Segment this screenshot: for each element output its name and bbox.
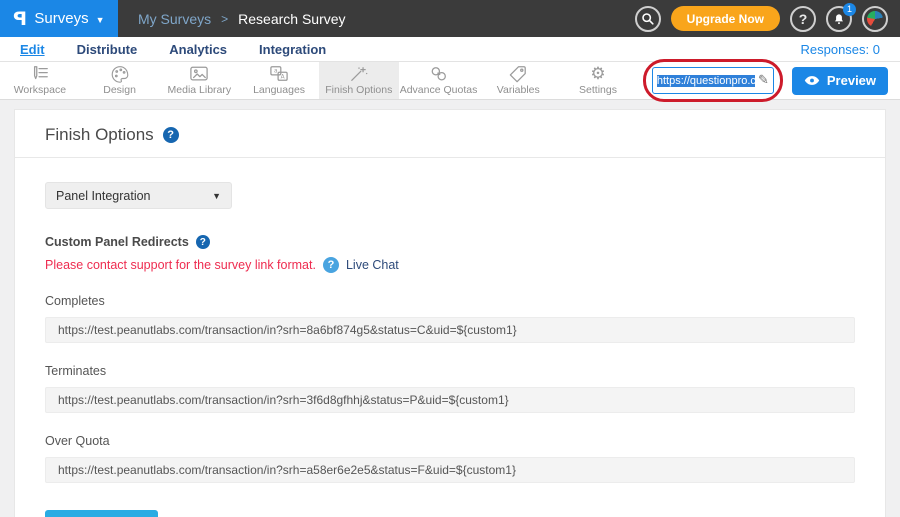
translate-icon: a A [268, 65, 290, 83]
tab-distribute[interactable]: Distribute [77, 42, 138, 57]
survey-nav: Edit Distribute Analytics Integration Re… [0, 37, 900, 62]
toolbar-item-languages[interactable]: a A Languages [239, 62, 319, 99]
terminates-field: Terminates https://test.peanutlabs.com/t… [45, 364, 855, 413]
redirects-help-icon[interactable]: ? [196, 235, 210, 249]
toolbar-item-media-library[interactable]: Media Library [159, 62, 239, 99]
support-notice-row: Please contact support for the survey li… [45, 257, 855, 273]
avatar-gauge-icon [867, 11, 883, 27]
workspace-list-icon [29, 65, 51, 83]
panel-header: Finish Options ? [15, 110, 885, 158]
terminates-url-input[interactable]: https://test.peanutlabs.com/transaction/… [45, 387, 855, 413]
svg-text:a: a [274, 69, 278, 75]
edit-url-pencil-icon[interactable]: ✎ [758, 73, 769, 88]
eye-icon [804, 75, 820, 86]
tab-analytics[interactable]: Analytics [169, 42, 227, 57]
save-changes-button[interactable]: Save Changes [45, 510, 158, 517]
finish-options-help-icon[interactable]: ? [163, 127, 179, 143]
page-title: Finish Options [45, 125, 154, 145]
toolbar-item-settings[interactable]: ⚙ Settings [558, 62, 638, 99]
top-bar: P Surveys ▼ My Surveys > Research Survey… [0, 0, 900, 37]
terminates-label: Terminates [45, 364, 855, 378]
toolbar-item-design[interactable]: Design [80, 62, 160, 99]
responses-count: Responses: 0 [801, 42, 881, 57]
palette-icon [110, 65, 130, 83]
tab-edit[interactable]: Edit [20, 42, 45, 57]
magic-wand-icon [348, 65, 370, 83]
toolbar-item-variables[interactable]: Variables [478, 62, 558, 99]
over-quota-url-input[interactable]: https://test.peanutlabs.com/transaction/… [45, 457, 855, 483]
notifications-button[interactable]: 1 [826, 6, 852, 32]
breadcrumb-current-survey: Research Survey [238, 11, 345, 27]
help-button[interactable]: ? [790, 6, 816, 32]
edit-toolbar: Workspace Design Media Library a A Langu… [0, 62, 900, 100]
surveys-product-menu[interactable]: P Surveys ▼ [0, 0, 118, 37]
over-quota-field: Over Quota https://test.peanutlabs.com/t… [45, 434, 855, 483]
finish-option-type-dropdown[interactable]: Panel Integration ▼ [45, 182, 232, 209]
over-quota-label: Over Quota [45, 434, 855, 448]
dropdown-caret-icon: ▼ [212, 191, 221, 201]
breadcrumb: My Surveys > Research Survey [138, 0, 346, 37]
completes-label: Completes [45, 294, 855, 308]
search-icon [641, 12, 655, 26]
live-chat-link[interactable]: Live Chat [346, 258, 399, 272]
main-area: Finish Options ? Panel Integration ▼ Cus… [0, 100, 900, 517]
topbar-actions: Upgrade Now ? 1 [635, 0, 900, 37]
dropdown-selected-value: Panel Integration [56, 189, 151, 203]
breadcrumb-my-surveys[interactable]: My Surveys [138, 11, 211, 27]
tab-integration[interactable]: Integration [259, 42, 326, 57]
custom-panel-redirects-heading: Custom Panel Redirects ? [45, 235, 855, 249]
tag-icon [508, 65, 528, 83]
toolbar-item-workspace[interactable]: Workspace [0, 62, 80, 99]
toolbar-item-finish-options[interactable]: Finish Options [319, 62, 399, 99]
panel-body: Panel Integration ▼ Custom Panel Redirec… [15, 158, 885, 517]
chevron-down-icon: ▼ [96, 15, 105, 25]
image-icon [188, 65, 210, 83]
preview-button[interactable]: Preview [792, 67, 888, 95]
questionpro-logo: P [13, 8, 27, 30]
survey-url-input[interactable]: https://questionpro.com/t/A ✎ [652, 67, 774, 94]
finish-options-panel: Finish Options ? Panel Integration ▼ Cus… [14, 109, 886, 517]
gear-icon: ⚙ [590, 65, 605, 83]
upgrade-now-button[interactable]: Upgrade Now [671, 6, 780, 31]
survey-url-container: https://questionpro.com/t/A ✎ [652, 67, 774, 94]
svg-text:A: A [281, 74, 285, 80]
account-avatar[interactable] [862, 6, 888, 32]
support-notice-text: Please contact support for the survey li… [45, 258, 316, 272]
notification-count-badge: 1 [843, 3, 856, 16]
completes-field: Completes https://test.peanutlabs.com/tr… [45, 294, 855, 343]
breadcrumb-separator: > [221, 12, 228, 26]
question-mark-icon: ? [799, 11, 808, 27]
toolbar-item-advance-quotas[interactable]: Advance Quotas [399, 62, 479, 99]
search-button[interactable] [635, 6, 661, 32]
completes-url-input[interactable]: https://test.peanutlabs.com/transaction/… [45, 317, 855, 343]
live-chat-help-icon[interactable]: ? [323, 257, 339, 273]
chain-link-icon [428, 65, 450, 83]
survey-url-selected-text: https://questionpro.com/t/A [657, 75, 755, 87]
